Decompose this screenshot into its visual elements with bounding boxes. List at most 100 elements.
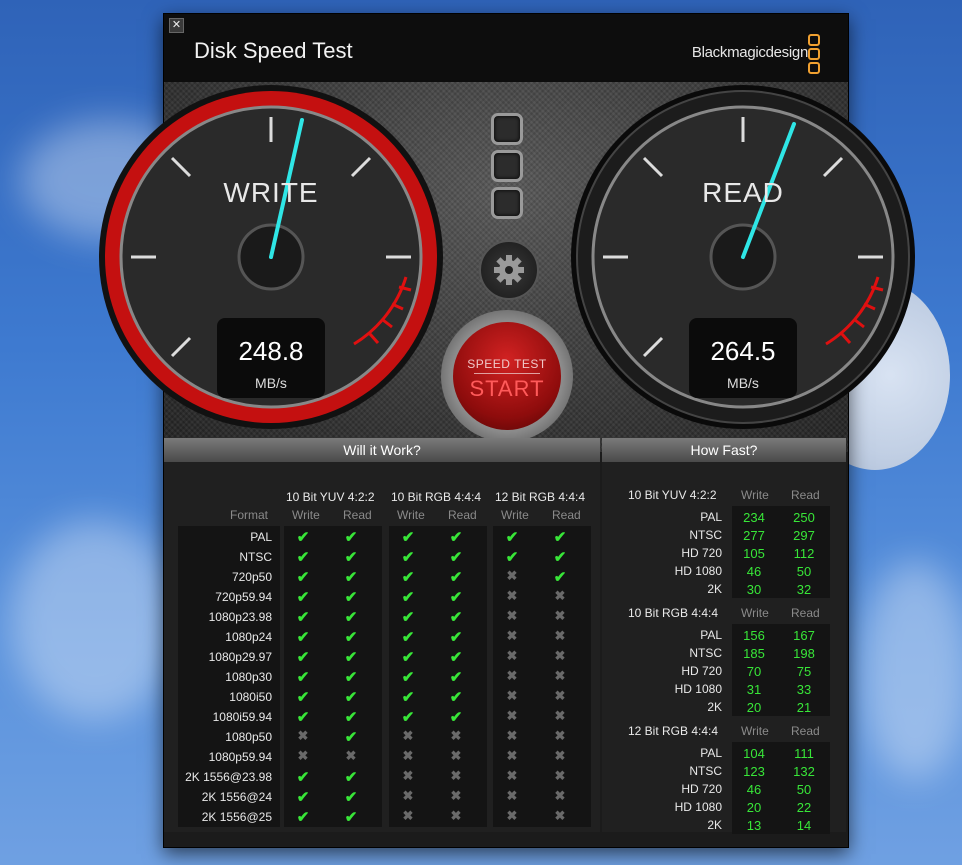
- read-speed-cell: 50: [796, 564, 812, 579]
- settings-button[interactable]: [479, 240, 539, 300]
- write-speed-cell: 185: [743, 646, 765, 661]
- cross-icon: ✖: [554, 748, 566, 763]
- read-speed-cell: 14: [796, 818, 812, 833]
- format-label: 1080p24: [225, 630, 272, 644]
- check-icon: ✔: [553, 549, 567, 566]
- read-speed-cell: 111: [794, 746, 814, 761]
- cross-icon: ✖: [506, 668, 518, 683]
- cross-icon: ✖: [554, 668, 566, 683]
- check-icon: ✔: [344, 569, 358, 586]
- write-speed-cell: 13: [746, 818, 762, 833]
- format-label: 1080i50: [229, 690, 272, 704]
- check-icon: ✔: [344, 549, 358, 566]
- check-icon: ✔: [344, 529, 358, 546]
- write-col-label: Write: [397, 508, 425, 522]
- format-label: 720p59.94: [215, 590, 272, 604]
- check-icon: ✔: [401, 629, 415, 646]
- read-col-label: Read: [448, 508, 477, 522]
- how-fast-header: How Fast?: [602, 438, 846, 462]
- check-icon: ✔: [296, 589, 310, 606]
- read-col-label: Read: [791, 488, 820, 502]
- status-square-icon: [491, 187, 523, 219]
- format-label: 2K 1556@23.98: [185, 770, 272, 784]
- write-speed-cell: 46: [746, 564, 762, 579]
- format-label: NTSC: [689, 528, 722, 542]
- format-label: HD 720: [681, 546, 722, 560]
- status-square-icon: [491, 150, 523, 182]
- cross-icon: ✖: [506, 748, 518, 763]
- format-label: 1080p50: [225, 730, 272, 744]
- write-speed-cell: 156: [743, 628, 765, 643]
- cross-icon: ✖: [450, 788, 462, 803]
- write-col-label: Write: [292, 508, 320, 522]
- cross-icon: ✖: [450, 808, 462, 823]
- check-icon: ✔: [401, 589, 415, 606]
- status-indicators: [491, 113, 523, 224]
- read-speed-cell: 75: [796, 664, 812, 679]
- check-icon: ✔: [344, 709, 358, 726]
- cross-icon: ✖: [554, 768, 566, 783]
- check-icon: ✔: [344, 669, 358, 686]
- check-icon: ✔: [449, 629, 463, 646]
- cross-icon: ✖: [554, 588, 566, 603]
- write-col-label: Write: [741, 606, 769, 620]
- check-icon: ✔: [344, 609, 358, 626]
- start-button-label: START: [469, 376, 545, 401]
- check-icon: ✔: [296, 769, 310, 786]
- format-label: PAL: [700, 510, 722, 524]
- close-icon[interactable]: ✕: [169, 18, 184, 33]
- format-label: 1080p59.94: [208, 750, 272, 764]
- check-icon: ✔: [296, 609, 310, 626]
- cross-icon: ✖: [506, 688, 518, 703]
- check-icon: ✔: [449, 669, 463, 686]
- cross-icon: ✖: [402, 768, 414, 783]
- format-label: NTSC: [689, 646, 722, 660]
- check-icon: ✔: [401, 649, 415, 666]
- check-icon: ✔: [296, 569, 310, 586]
- check-icon: ✔: [296, 789, 310, 806]
- write-speed-unit: MB/s: [255, 375, 287, 391]
- cross-icon: ✖: [554, 608, 566, 623]
- brand-name: Blackmagicdesign: [691, 44, 808, 61]
- check-icon: ✔: [553, 569, 567, 586]
- cross-icon: ✖: [450, 768, 462, 783]
- cross-icon: ✖: [402, 748, 414, 763]
- format-label: 2K: [707, 700, 722, 714]
- check-icon: ✔: [344, 769, 358, 786]
- will-it-work-table: 10 Bit YUV 4:2:2 Write Read 10 Bit RGB 4:4:…: [164, 462, 600, 832]
- read-speed-cell: 21: [796, 700, 812, 715]
- check-icon: ✔: [296, 649, 310, 666]
- read-speed-cell: 32: [796, 582, 812, 597]
- group-header: 10 Bit RGB 4:4:4: [391, 490, 482, 504]
- cross-icon: ✖: [506, 608, 518, 623]
- cross-icon: ✖: [554, 648, 566, 663]
- speed-test-start-button[interactable]: SPEED TEST START: [441, 310, 573, 442]
- format-label: HD 1080: [674, 564, 722, 578]
- check-icon: ✔: [401, 669, 415, 686]
- check-icon: ✔: [296, 629, 310, 646]
- format-label: 2K: [707, 818, 722, 832]
- check-icon: ✔: [401, 689, 415, 706]
- write-label: WRITE: [223, 177, 319, 208]
- read-speed-cell: 132: [793, 764, 815, 779]
- cross-icon: ✖: [506, 788, 518, 803]
- check-icon: ✔: [344, 589, 358, 606]
- cross-icon: ✖: [554, 728, 566, 743]
- check-icon: ✔: [296, 529, 310, 546]
- check-icon: ✔: [296, 689, 310, 706]
- read-speed-cell: 250: [793, 510, 815, 525]
- cross-icon: ✖: [345, 748, 357, 763]
- read-speed-cell: 22: [796, 800, 812, 815]
- write-speed-cell: 70: [746, 664, 762, 679]
- check-icon: ✔: [344, 809, 358, 826]
- cross-icon: ✖: [402, 808, 414, 823]
- read-speed-cell: 50: [796, 782, 812, 797]
- format-label: HD 720: [681, 664, 722, 678]
- background-cloud: [860, 560, 962, 780]
- check-icon: ✔: [344, 729, 358, 746]
- write-speed-value: 248.8: [238, 336, 304, 366]
- check-icon: ✔: [296, 809, 310, 826]
- check-icon: ✔: [449, 529, 463, 546]
- format-label: NTSC: [239, 550, 272, 564]
- cross-icon: ✖: [402, 728, 414, 743]
